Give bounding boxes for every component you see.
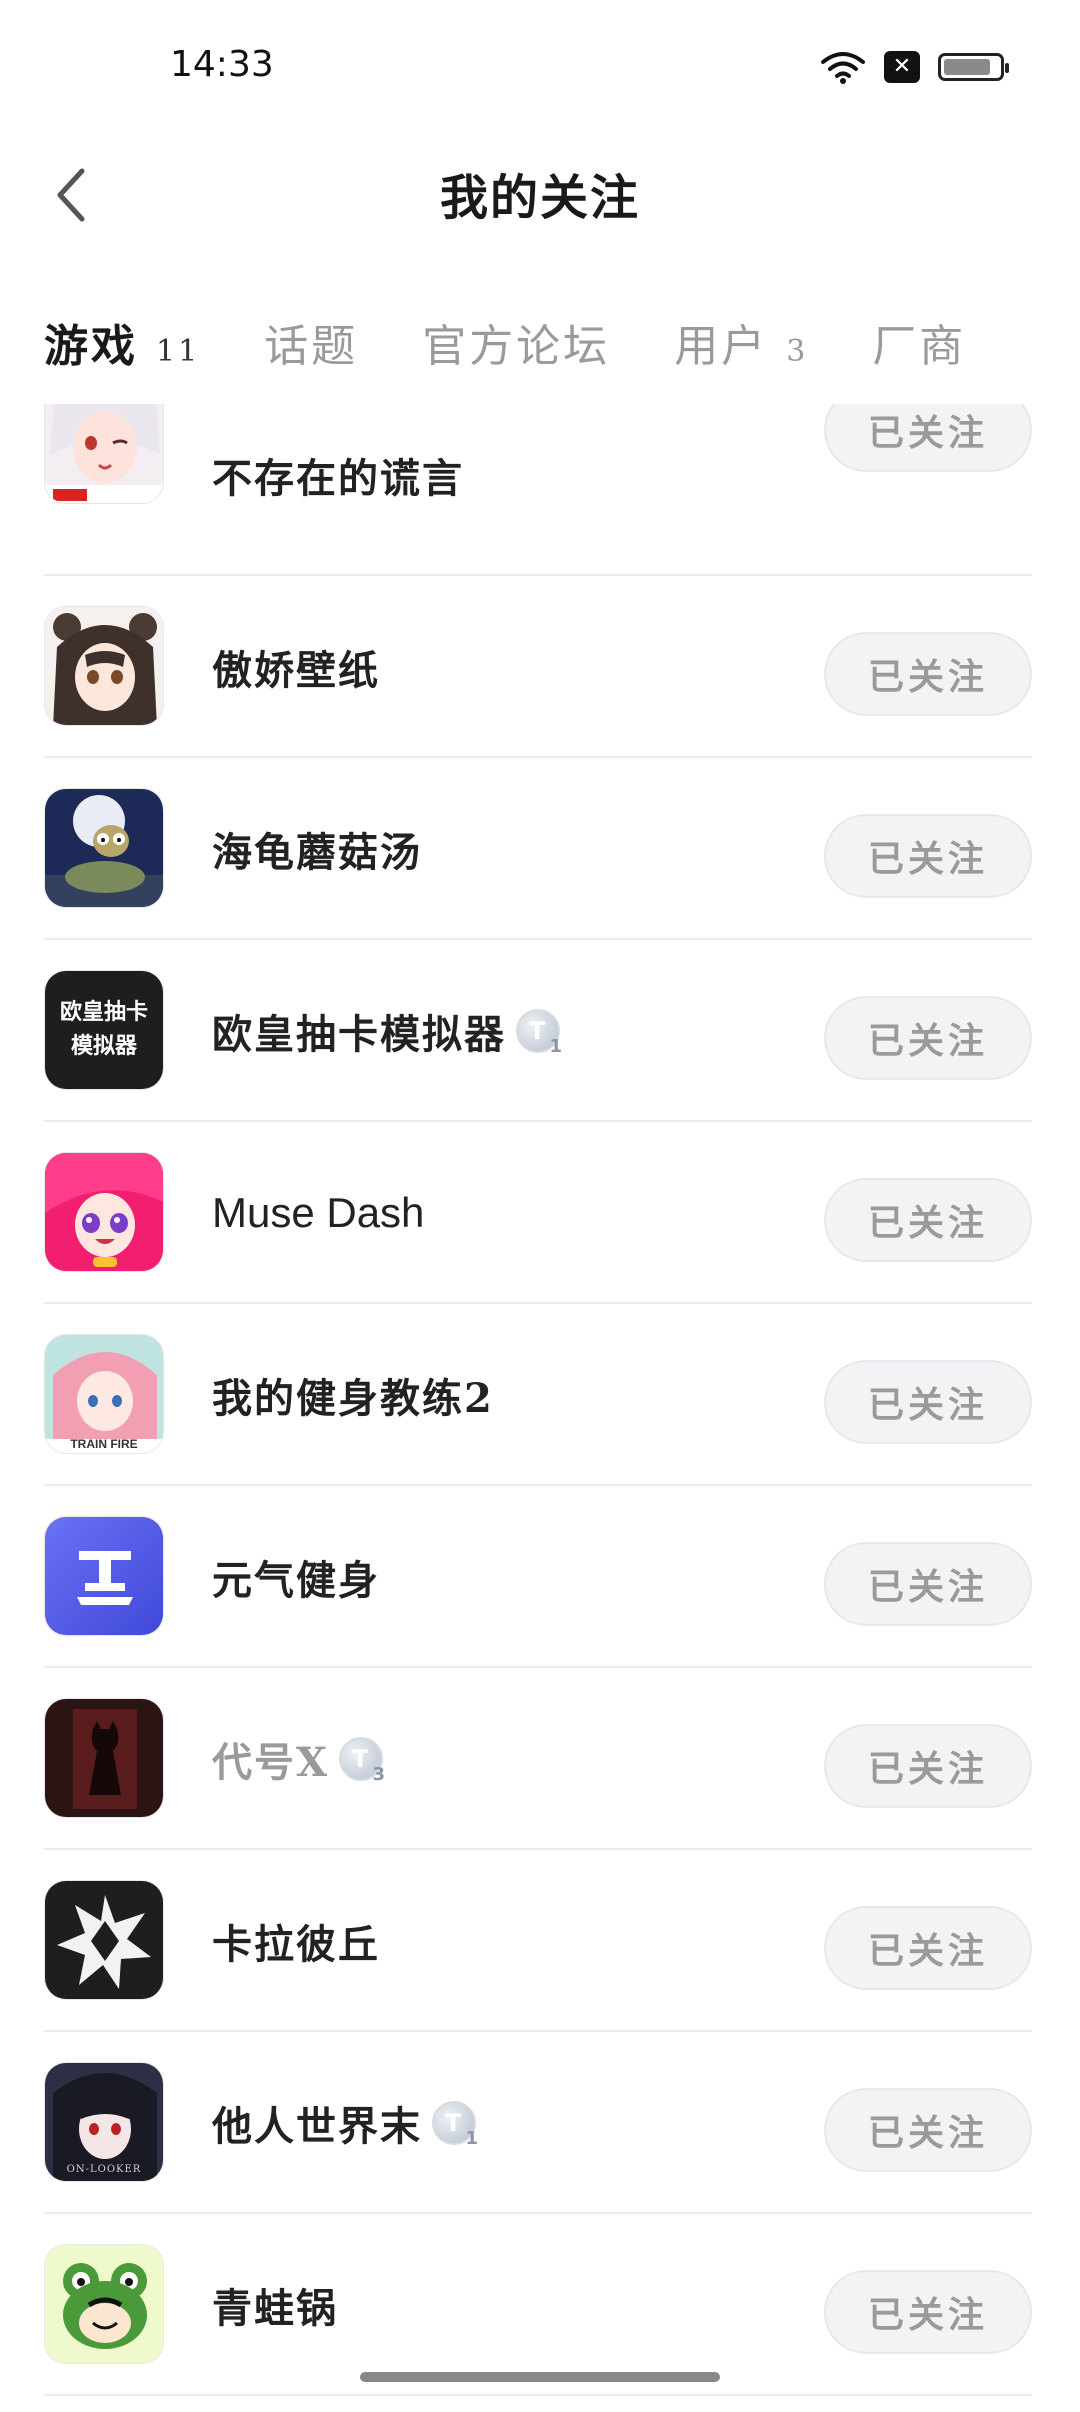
list-item[interactable]: 代号X T 3 已关注 <box>44 1668 1032 1850</box>
app-icon-pink-hair-girl[interactable]: TRAIN FIRE <box>44 1334 164 1454</box>
battery-level-fill <box>944 59 990 75</box>
app-icon-frog[interactable] <box>44 2244 164 2364</box>
battery-icon <box>938 53 1009 81</box>
tab-label: 用户 <box>674 321 769 372</box>
game-name-text: 他人世界末 <box>212 2103 422 2150</box>
tier-badge-letter: T <box>528 1017 548 1045</box>
game-name[interactable]: 青蛙锅 <box>212 2214 338 2396</box>
status-icons: ✕ <box>820 50 1009 84</box>
home-indicator[interactable] <box>360 2372 720 2382</box>
game-name[interactable]: 卡拉彼丘 <box>212 1850 380 2032</box>
list-item[interactable]: 元气健身 已关注 <box>44 1486 1032 1668</box>
game-name[interactable]: 我的健身教练2 <box>212 1304 494 1486</box>
followed-button[interactable]: 已关注 <box>824 1178 1032 1262</box>
tab-official-forum[interactable]: 官方论坛 <box>422 310 610 374</box>
page-title: 我的关注 <box>439 170 640 226</box>
followed-button[interactable]: 已关注 <box>824 2088 1032 2172</box>
tier-badge-level: 1 <box>465 2128 480 2149</box>
list-item[interactable]: 卡拉彼丘 已关注 <box>44 1850 1032 2032</box>
tab-label: 游戏 <box>44 321 138 372</box>
tab-games[interactable]: 游戏 11 <box>44 310 200 374</box>
followed-button[interactable]: 已关注 <box>824 1724 1032 1808</box>
list-item[interactable]: 不存在的谎言 已关注 <box>44 384 1032 576</box>
list-item[interactable]: Muse Dash 已关注 <box>44 1122 1032 1304</box>
list-item[interactable]: 欧皇抽卡 模拟器 欧皇抽卡模拟器 T 1 已关注 <box>44 940 1032 1122</box>
tier-badge-level: 3 <box>372 1764 388 1785</box>
tier-badge-icon: T1 <box>516 1009 562 1057</box>
followed-button[interactable]: 已关注 <box>824 1360 1032 1444</box>
followed-button[interactable]: 已关注 <box>824 1906 1032 1990</box>
status-time: 14:33 <box>170 44 274 85</box>
tab-users[interactable]: 用户 3 <box>674 310 808 374</box>
app-icon-text-black[interactable]: 欧皇抽卡 模拟器 <box>44 970 164 1090</box>
followed-button[interactable]: 已关注 <box>824 814 1032 898</box>
game-name[interactable]: 他人世界末 T 1 <box>212 2032 478 2214</box>
sim-off-icon: ✕ <box>884 51 920 83</box>
tab-count: 3 <box>786 334 809 369</box>
list-item[interactable]: 傲娇壁纸 已关注 <box>44 576 1032 758</box>
game-name-text: 青蛙锅 <box>212 2285 338 2332</box>
app-icon-muse-dash-pink[interactable] <box>44 1152 164 1272</box>
scroll-clip-mask <box>0 380 1080 404</box>
followed-button[interactable]: 已关注 <box>824 996 1032 1080</box>
game-name[interactable]: Muse Dash <box>212 1122 424 1304</box>
game-name[interactable]: 元气健身 <box>212 1486 380 1668</box>
tier-badge-level: 1 <box>549 1036 564 1057</box>
followed-button[interactable]: 已关注 <box>824 1542 1032 1626</box>
tier-badge-icon: T1 <box>432 2101 478 2149</box>
tier-badge-letter: T <box>444 2109 464 2137</box>
game-name-text: 元气健身 <box>212 1557 380 1604</box>
game-name-text: 我的健身教练2 <box>212 1375 494 1422</box>
app-icon-black-star[interactable] <box>44 1880 164 2000</box>
tier-badge-letter: T <box>351 1745 371 1773</box>
game-name-text: 代号X <box>212 1739 330 1786</box>
game-name-text: 海龟蘑菇汤 <box>212 829 422 876</box>
game-name-text: 卡拉彼丘 <box>212 1921 380 1968</box>
tab-label: 厂商 <box>872 321 967 372</box>
tab-vendors[interactable]: 厂商 <box>872 310 966 374</box>
app-icon-turtle-moon[interactable] <box>44 788 164 908</box>
icon-text-line: 模拟器 <box>70 1034 137 1059</box>
game-name-text: 欧皇抽卡模拟器 <box>212 1011 506 1058</box>
tab-topics[interactable]: 话题 <box>264 310 358 374</box>
game-name[interactable]: 代号X T 3 <box>212 1668 385 1850</box>
icon-caption: ON-LOOKER <box>66 2164 142 2175</box>
game-name[interactable]: 不存在的谎言 <box>212 394 464 556</box>
game-name-text: Muse Dash <box>212 1189 425 1236</box>
wifi-icon <box>821 52 865 84</box>
list-item[interactable]: 海龟蘑菇汤 已关注 <box>44 758 1032 940</box>
list-item[interactable]: ON-LOOKER 他人世界末 T 1 已关注 <box>44 2032 1032 2214</box>
icon-caption: TRAIN FIRE <box>70 1437 138 1451</box>
game-name[interactable]: 欧皇抽卡模拟器 T 1 <box>212 940 562 1122</box>
followed-button[interactable]: 已关注 <box>824 632 1032 716</box>
tab-bar: 游戏 11 话题 官方论坛 用户 3 厂商 <box>44 310 1030 374</box>
app-icon-blue-logo[interactable] <box>44 1516 164 1636</box>
list-item[interactable]: TRAIN FIRE 我的健身教练2 已关注 <box>44 1304 1032 1486</box>
game-name[interactable]: 海龟蘑菇汤 <box>212 758 422 940</box>
list-item[interactable]: 青蛙锅 已关注 <box>44 2214 1032 2396</box>
tab-count: 11 <box>156 334 201 369</box>
game-name-text: 傲娇壁纸 <box>212 647 380 694</box>
app-icon-anime-girl-panda-hood[interactable] <box>44 606 164 726</box>
tier-badge-icon: T3 <box>339 1737 385 1785</box>
app-icon-dark-silhouette[interactable] <box>44 1698 164 1818</box>
status-bar: 14:33 ✕ <box>0 0 1080 140</box>
tab-label: 官方论坛 <box>422 321 611 372</box>
game-name[interactable]: 傲娇壁纸 <box>212 576 380 758</box>
icon-text-line: 欧皇抽卡 <box>59 1000 148 1025</box>
tab-label: 话题 <box>264 321 359 372</box>
app-icon-dark-hair-girl[interactable]: ON-LOOKER <box>44 2062 164 2182</box>
game-name-text: 不存在的谎言 <box>212 455 464 502</box>
followed-button[interactable]: 已关注 <box>824 2270 1032 2354</box>
